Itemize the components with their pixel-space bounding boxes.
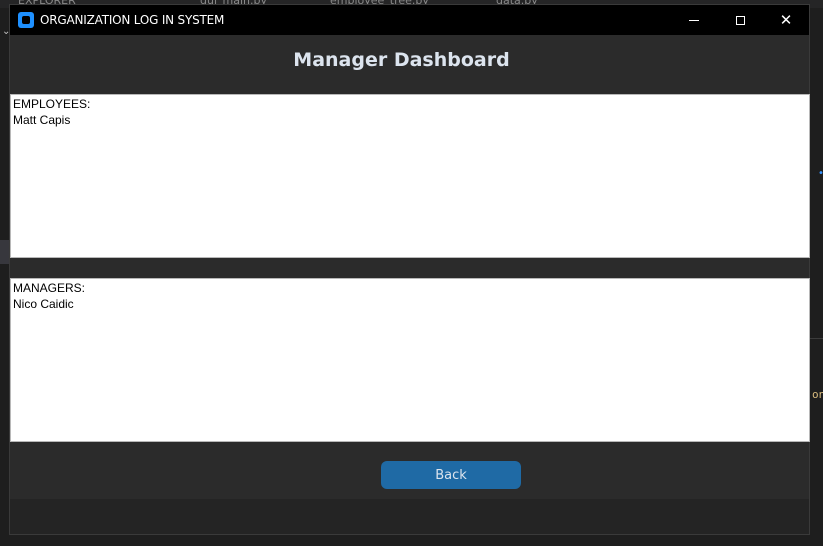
- window-titlebar[interactable]: ORGANIZATION LOG IN SYSTEM ✕: [10, 5, 809, 35]
- minimize-button[interactable]: [671, 5, 717, 35]
- page-title: Manager Dashboard: [293, 49, 510, 71]
- minimize-icon: [689, 19, 699, 21]
- employees-textbox[interactable]: EMPLOYEES: Matt Capis: [10, 94, 810, 258]
- header-area: Manager Dashboard: [10, 35, 809, 93]
- maximize-icon: [735, 15, 745, 25]
- manager-list-item: Nico Caidic: [13, 297, 74, 311]
- close-icon: ✕: [779, 10, 793, 29]
- managers-header: MANAGERS:: [13, 281, 86, 295]
- background-divider: [810, 338, 823, 339]
- footer-area: [10, 499, 809, 534]
- window-title: ORGANIZATION LOG IN SYSTEM: [40, 13, 225, 27]
- managers-textbox[interactable]: MANAGERS: Nico Caidic: [10, 278, 810, 442]
- app-window: ORGANIZATION LOG IN SYSTEM ✕ Manager Das…: [9, 4, 810, 535]
- background-marker-icon: •: [818, 168, 823, 179]
- employees-header: EMPLOYEES:: [13, 97, 91, 111]
- back-button[interactable]: Back: [381, 461, 521, 489]
- maximize-button[interactable]: [717, 5, 763, 35]
- employee-list-item: Matt Capis: [13, 113, 71, 127]
- app-icon: [18, 12, 34, 28]
- close-button[interactable]: ✕: [763, 5, 809, 35]
- background-code-fragment: on: [812, 388, 823, 401]
